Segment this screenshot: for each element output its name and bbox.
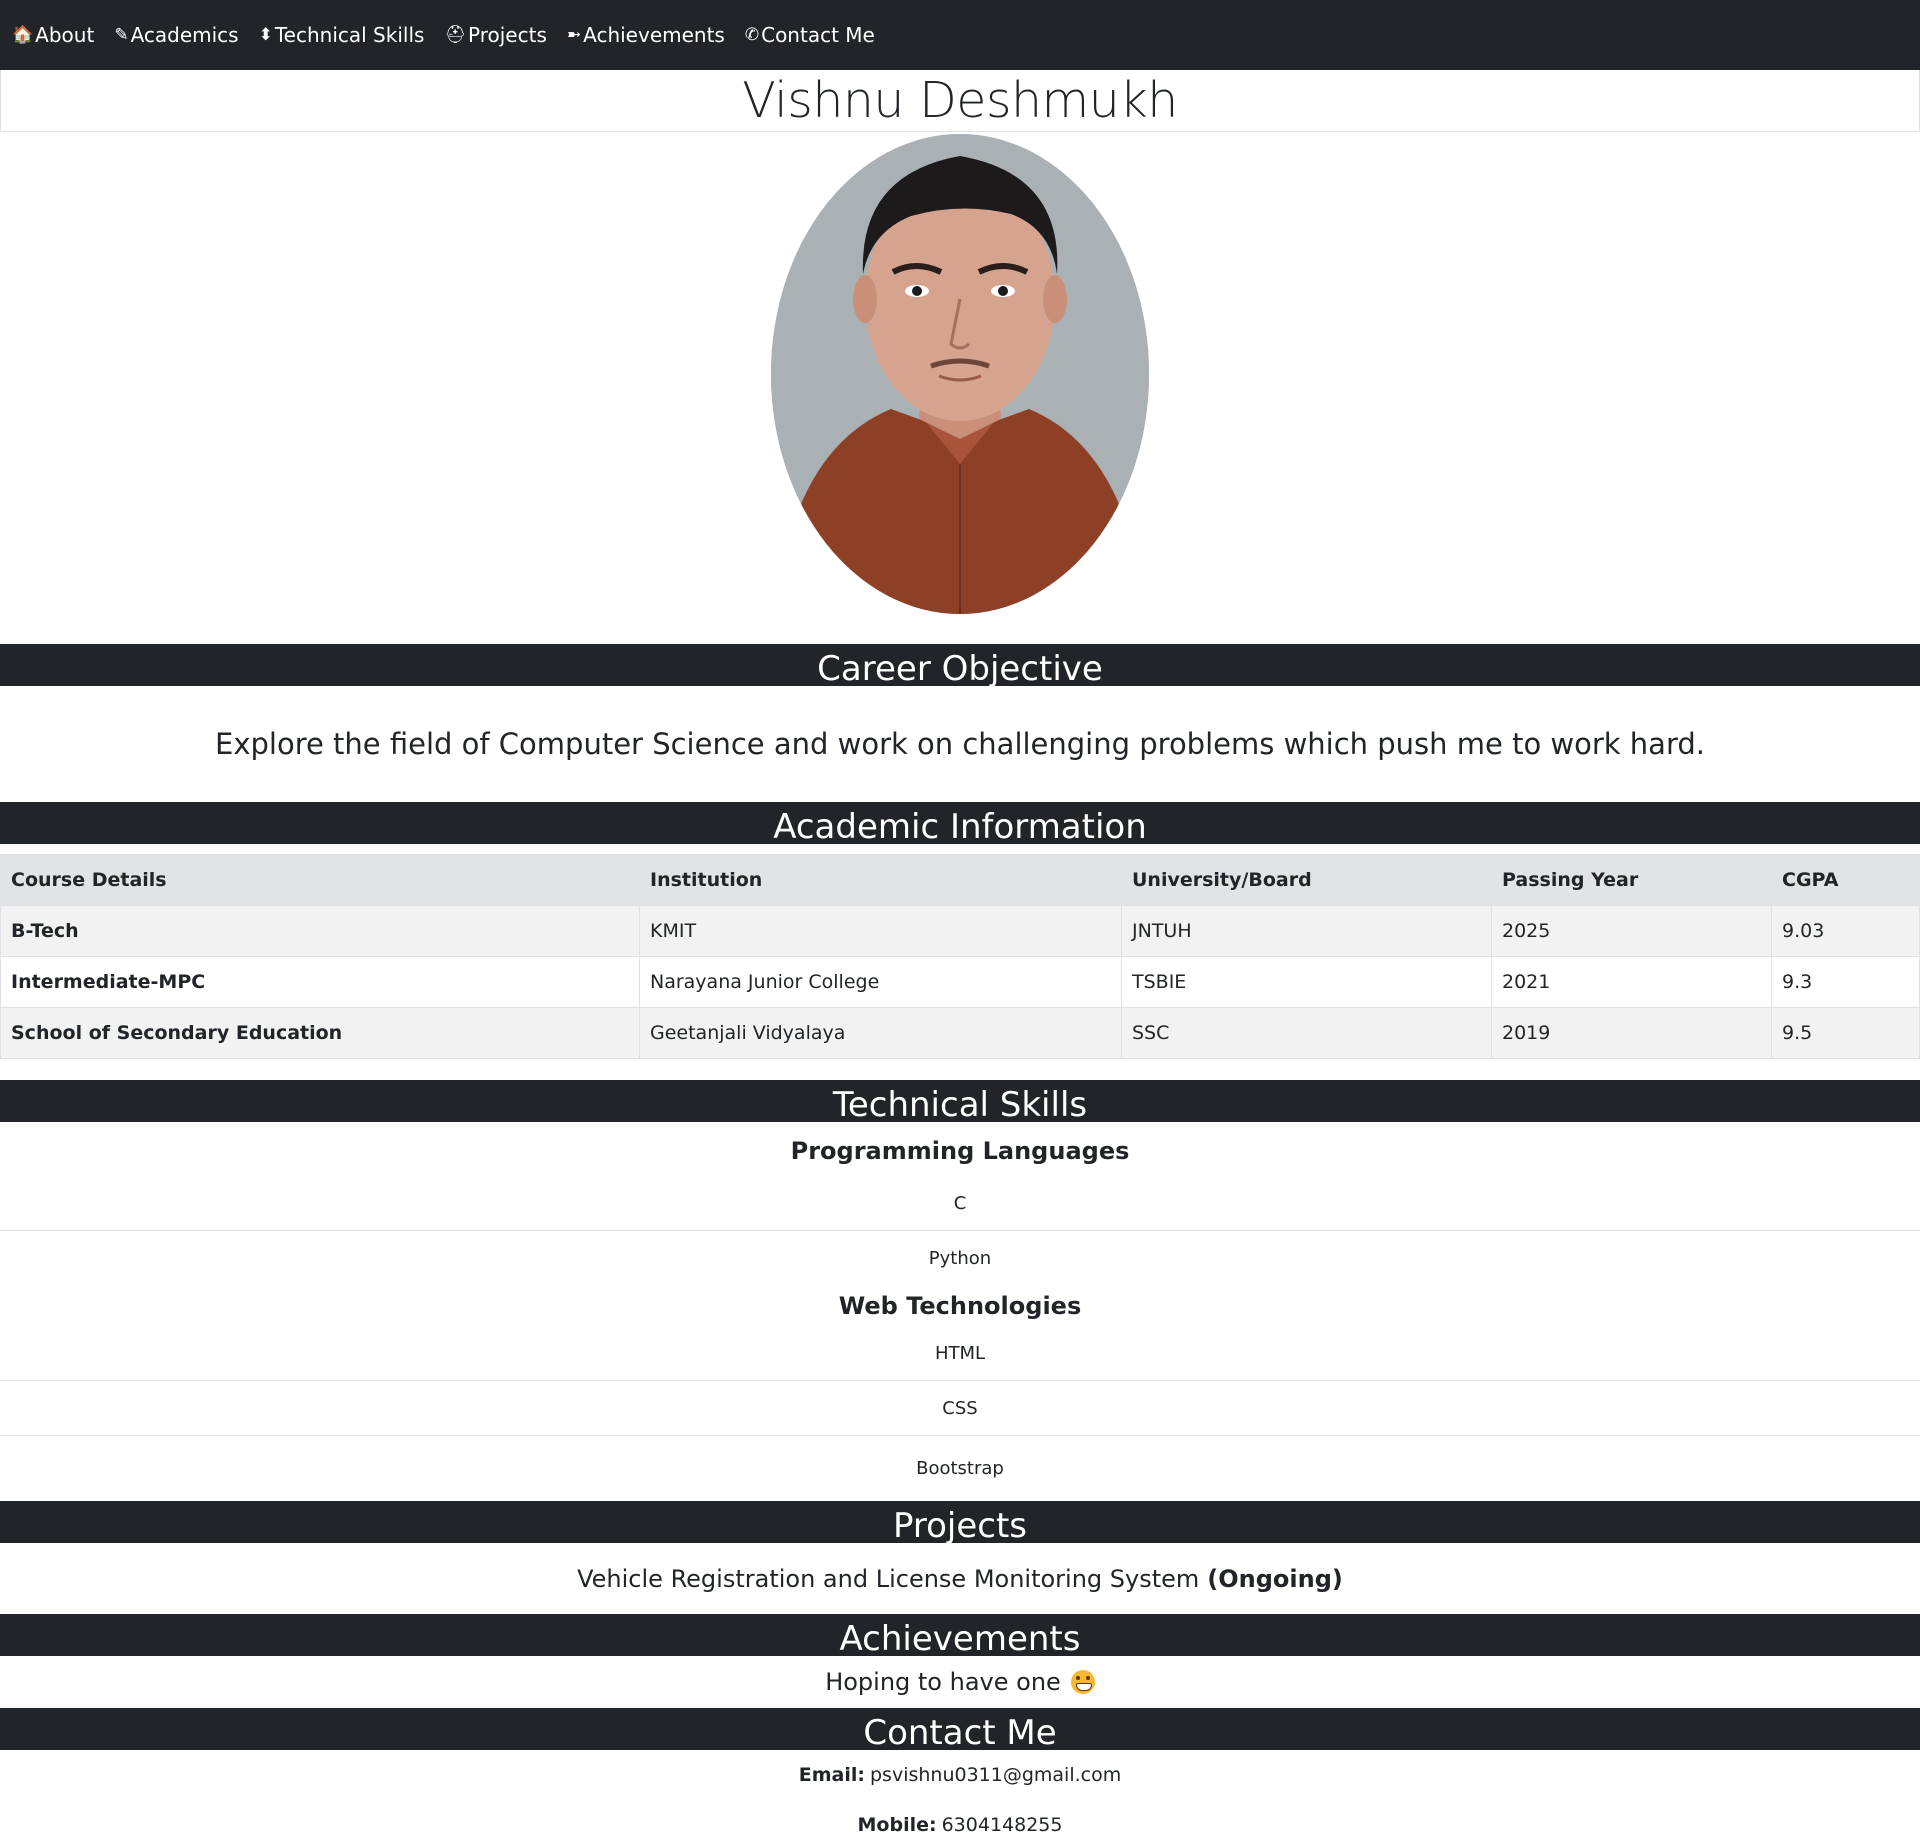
table-cell: School of Secondary Education <box>0 1007 640 1059</box>
achievement-text: Hoping to have one <box>825 1668 1061 1696</box>
programming-languages-heading: Programming Languages <box>790 1137 1130 1165</box>
table-cell: 9.03 <box>1771 905 1920 957</box>
web-technologies-heading: Web Technologies <box>838 1292 1082 1320</box>
projects-heading: Projects <box>0 1501 1920 1543</box>
table-cell: Intermediate-MPC <box>0 956 640 1008</box>
table-cell: SSC <box>1121 1007 1492 1059</box>
nav-about-label: About <box>35 23 95 47</box>
nav-contact-label: Contact Me <box>761 23 875 47</box>
portrait-illustration <box>771 134 1149 614</box>
table-cell: Geetanjali Vidyalaya <box>639 1007 1122 1059</box>
up-down-arrow-icon: ⬍ <box>258 25 273 45</box>
nav-projects-label: Projects <box>468 23 547 47</box>
list-item: HTML <box>0 1326 1920 1381</box>
mobile-value[interactable]: 6304148255 <box>942 1814 1063 1836</box>
skills-section: Programming Languages C Python Web Techn… <box>0 1122 1920 1501</box>
table-cell: 9.5 <box>1771 1007 1920 1059</box>
page-title: Vishnu Deshmukh <box>742 72 1178 129</box>
nav-academics-label: Academics <box>130 23 239 47</box>
nav-projects-link[interactable]: ⛑ Projects <box>444 23 546 47</box>
contact-me-heading: Contact Me <box>0 1708 1920 1750</box>
table-cell: Narayana Junior College <box>639 956 1122 1008</box>
column-header: Institution <box>639 854 1122 906</box>
nav-contact-link[interactable]: ✆ Contact Me <box>745 23 875 47</box>
nav-academics-link[interactable]: ✎ Academics <box>114 23 238 47</box>
mobile-row: Mobile: 6304148255 <box>0 1800 1920 1847</box>
table-header-row: Course Details Institution University/Bo… <box>0 854 1920 906</box>
helmet-icon: ⛑ <box>444 25 467 45</box>
list-item: Bootstrap <box>916 1458 1004 1479</box>
table-cell: 2019 <box>1491 1007 1772 1059</box>
academic-information-heading: Academic Information <box>0 802 1920 844</box>
pencil-icon: ✎ <box>114 25 129 45</box>
nav-achievements-link[interactable]: ➼ Achievements <box>567 23 725 47</box>
name-header: Vishnu Deshmukh <box>0 70 1920 132</box>
phone-icon: ✆ <box>744 25 760 45</box>
email-label: Email: <box>798 1764 865 1786</box>
email-row: Email: psvishnu0311@gmail.com <box>0 1750 1920 1800</box>
table-cell: 9.3 <box>1771 956 1920 1008</box>
column-header: CGPA <box>1771 854 1920 906</box>
table-cell: 2025 <box>1491 905 1772 957</box>
list-item: C <box>0 1176 1920 1231</box>
grinning-face-icon <box>1070 1670 1095 1694</box>
nav-skills-link[interactable]: ⬍ Technical Skills <box>259 23 425 47</box>
profile-photo <box>771 134 1149 614</box>
achievements-heading: Achievements <box>0 1614 1920 1656</box>
list-item: CSS <box>0 1381 1920 1436</box>
project-status: (Ongoing) <box>1207 1564 1343 1593</box>
table-cell: KMIT <box>639 905 1122 957</box>
arrow-icon: ➼ <box>566 25 582 45</box>
achievement-item: Hoping to have one <box>0 1656 1920 1708</box>
nav-achievements-label: Achievements <box>583 23 725 47</box>
project-title: Vehicle Registration and License Monitor… <box>577 1564 1200 1593</box>
table-cell: TSBIE <box>1121 956 1492 1008</box>
career-objective-text: Explore the field of Computer Science an… <box>215 727 1705 761</box>
column-header: Course Details <box>0 854 640 906</box>
career-objective-heading: Career Objective <box>0 644 1920 686</box>
technical-skills-heading: Technical Skills <box>0 1080 1920 1122</box>
profile-photo-container <box>0 132 1920 644</box>
column-header: University/Board <box>1121 854 1492 906</box>
table-row: B-Tech KMIT JNTUH 2025 9.03 <box>0 905 1920 957</box>
table-row: School of Secondary Education Geetanjali… <box>0 1007 1920 1059</box>
table-cell: JNTUH <box>1121 905 1492 957</box>
home-icon: 🏠 <box>12 25 34 45</box>
email-value[interactable]: psvishnu0311@gmail.com <box>870 1764 1121 1786</box>
project-item: Vehicle Registration and License Monitor… <box>0 1543 1920 1614</box>
academic-table: Course Details Institution University/Bo… <box>0 854 1920 1059</box>
list-item: Python <box>928 1248 992 1269</box>
table-row: Intermediate-MPC Narayana Junior College… <box>0 956 1920 1008</box>
nav-about-link[interactable]: 🏠 About <box>12 23 94 47</box>
column-header: Passing Year <box>1491 854 1772 906</box>
mobile-label: Mobile: <box>857 1814 937 1836</box>
nav-skills-label: Technical Skills <box>274 23 425 47</box>
table-cell: 2021 <box>1491 956 1772 1008</box>
table-cell: B-Tech <box>0 905 640 957</box>
top-navbar: 🏠 About ✎ Academics ⬍ Technical Skills ⛑… <box>0 0 1920 70</box>
